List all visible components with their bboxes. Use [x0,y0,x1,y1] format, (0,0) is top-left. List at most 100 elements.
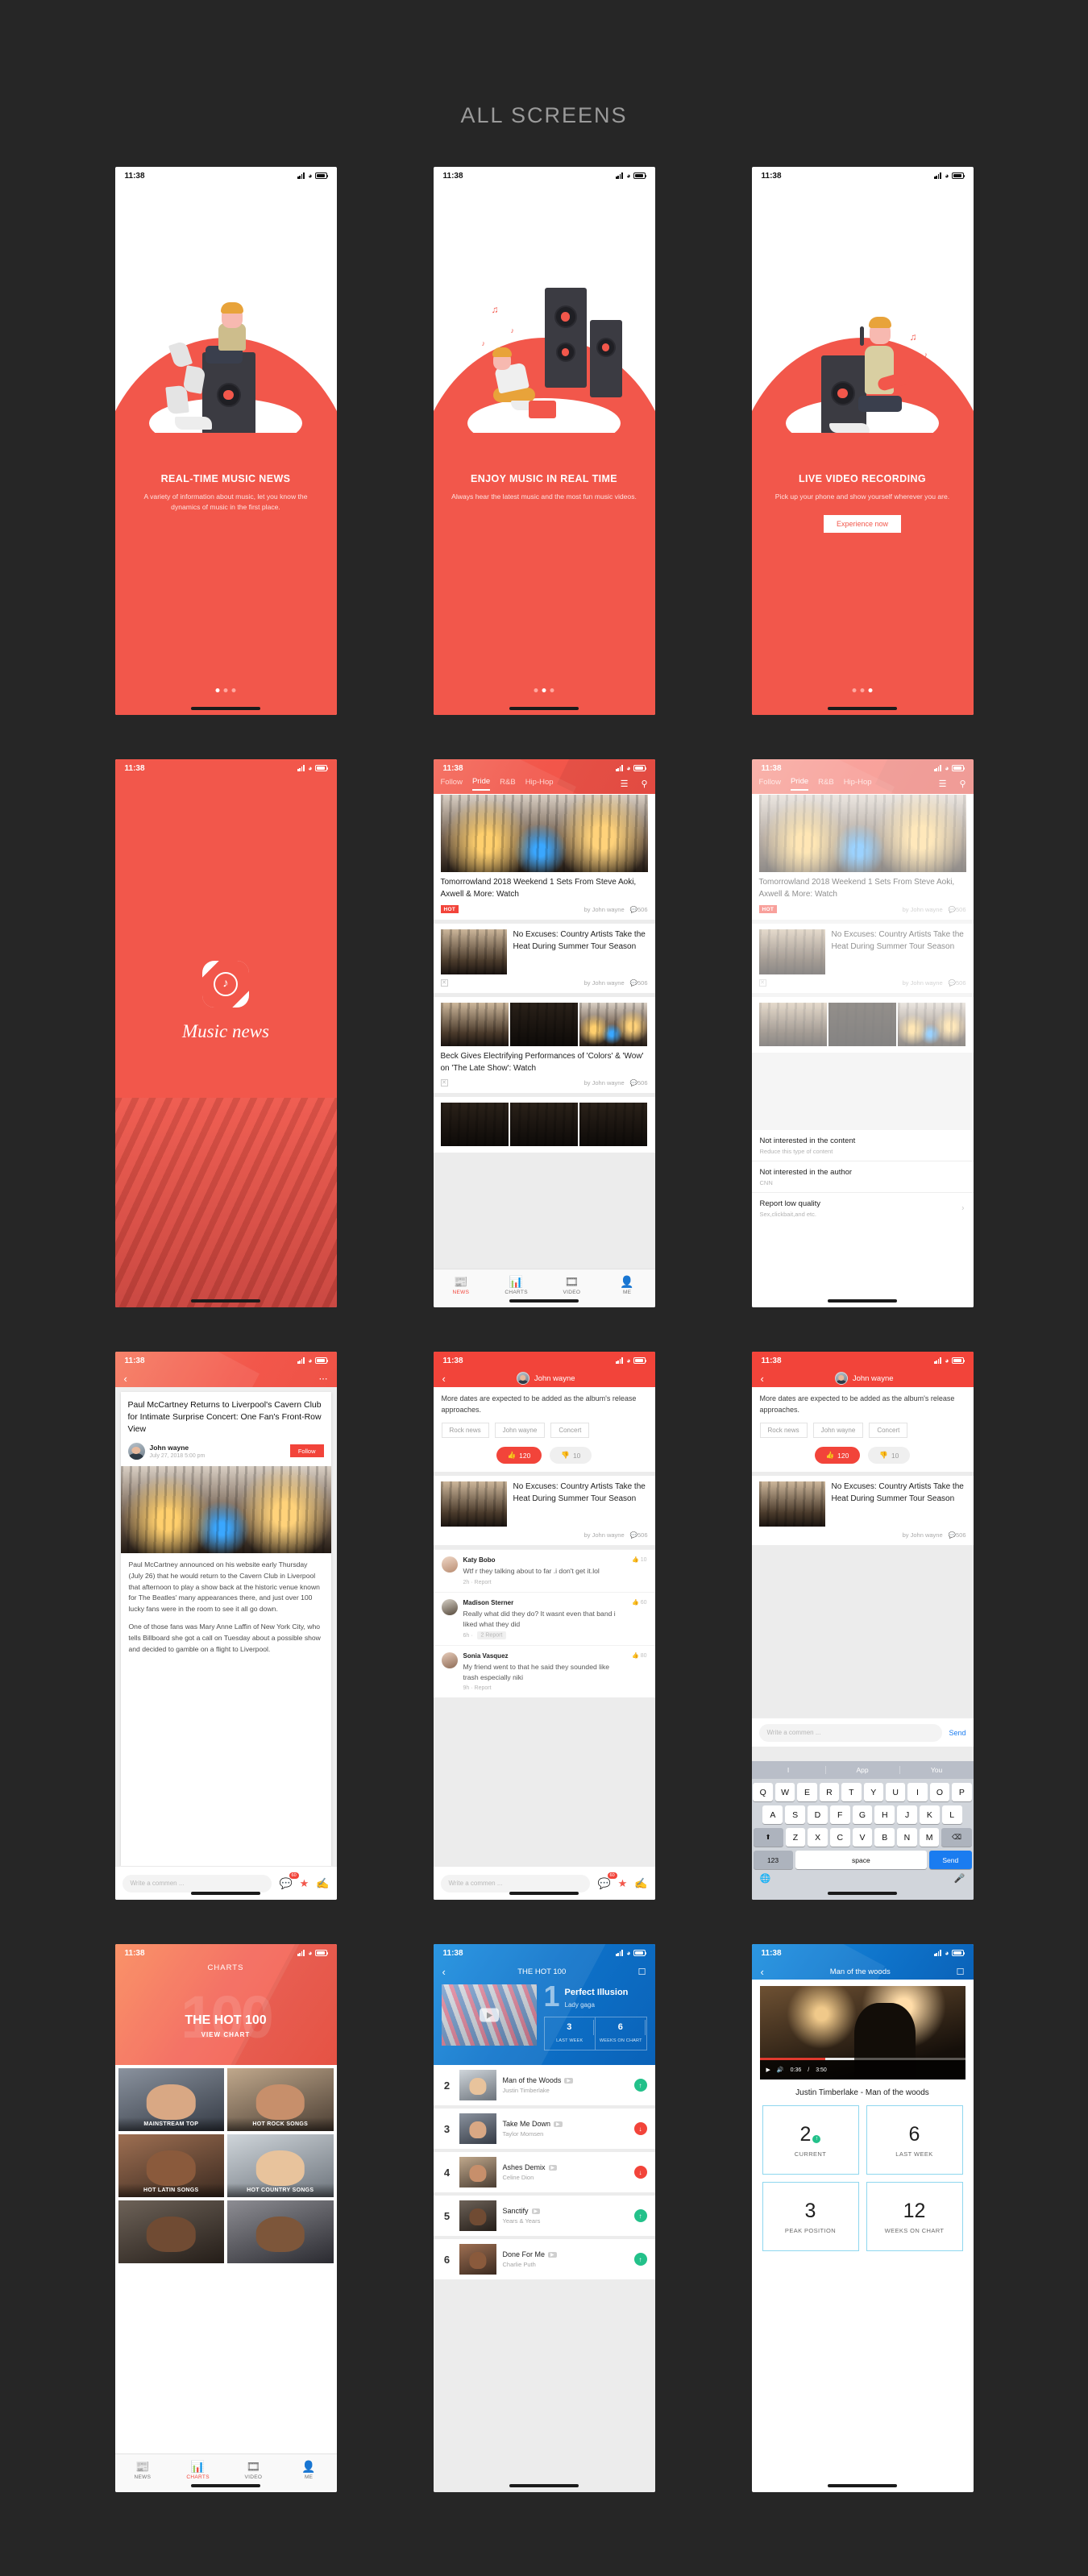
like-button[interactable]: 👍 120 [814,1447,861,1464]
dislike-button[interactable]: 👎 10 [550,1447,592,1464]
progress-bar[interactable] [759,2058,965,2060]
numbers-key[interactable]: 123 [753,1851,793,1869]
tab-follow[interactable]: Follow [441,778,463,790]
chevron-left-icon[interactable]: ‹ [124,1373,127,1385]
globe-icon[interactable]: 🌐 [760,1873,771,1884]
key-n[interactable]: N [897,1828,917,1847]
tab-news[interactable]: 📰 NEWS [434,1269,489,1307]
more-dots-icon[interactable]: ⋯ [319,1373,328,1384]
comment-bubble-icon[interactable]: 💬 60 [279,1872,299,1890]
chart-cell-5[interactable] [118,2200,224,2263]
like-button[interactable]: 👍 120 [496,1447,542,1464]
key-p[interactable]: P [952,1783,972,1801]
comment-bubble-icon[interactable]: 💬 60 [597,1872,617,1890]
comment-input[interactable]: Write a commen ... [122,1874,272,1893]
key-q[interactable]: Q [753,1783,773,1801]
song-row[interactable]: 5 Sanctify ▶ Years & Years ↑ [433,2196,655,2236]
key-l[interactable]: L [941,1805,962,1824]
view-chart-label[interactable]: VIEW CHART [115,2031,337,2038]
key-r[interactable]: R [819,1783,840,1801]
chart-cell-hot-latin-songs[interactable]: HOT LATIN SONGS [118,2134,224,2197]
key-y[interactable]: Y [863,1783,883,1801]
shift-arrow-icon[interactable]: ⬆ [753,1828,783,1847]
feed-article-gallery[interactable]: Beck Gives Electrifying Performances of … [433,997,655,1093]
feed-article-hero[interactable]: Tomorrowland 2018 Weekend 1 Sets From St… [433,795,655,920]
star-icon[interactable]: ★ [618,1877,628,1890]
microphone-icon[interactable]: 🎤 [954,1873,965,1884]
key-o[interactable]: O [929,1783,950,1801]
tab-rnb[interactable]: R&B [818,778,834,790]
space-key[interactable]: space [795,1851,928,1869]
thumbs-up-icon[interactable]: 👍 [632,1600,639,1606]
key-s[interactable]: S [785,1805,806,1824]
key-e[interactable]: E [797,1783,817,1801]
key-i[interactable]: I [907,1783,928,1801]
song-row[interactable]: 4 Ashes Demix ▶ Celine Dion ↓ [433,2152,655,2192]
chart-cell-mainstream-top[interactable]: MAINSTREAM TOP [118,2068,224,2131]
hot100-featured[interactable]: 1 Perfect Illusion Lady gaga 3 LAST WEEK… [434,1981,655,2050]
thumbs-up-icon[interactable]: 👍 [632,1653,639,1659]
backspace-icon[interactable]: ⌫ [941,1828,972,1847]
key-f[interactable]: F [829,1805,850,1824]
chart-cell-hot-rock-songs[interactable]: HOT ROCK SONGS [227,2068,334,2131]
tag-john-wayne[interactable]: John wayne [494,1423,546,1438]
song-row[interactable]: 3 Take Me Down ▶ Taylor Momsen ↓ [433,2109,655,2149]
related-article[interactable]: No Excuses: Country Artists Take the Hea… [751,1476,974,1545]
tab-follow[interactable]: Follow [759,778,781,790]
key-c[interactable]: C [829,1828,850,1847]
key-z[interactable]: Z [785,1828,806,1847]
key-j[interactable]: J [897,1805,917,1824]
feed-article-thumb[interactable]: No Excuses: Country Artists Take the Hea… [433,924,655,993]
featured-video-thumb[interactable] [441,1984,537,2046]
sheet-item-not-interested-content[interactable]: Not interested in the content Reduce thi… [752,1130,974,1161]
follow-button[interactable]: Follow [289,1444,324,1458]
comments-body[interactable]: More dates are expected to be added as t… [433,1387,655,1900]
play-icon[interactable]: ▶ [766,2067,770,2073]
feed-list[interactable]: Tomorrowland 2018 Weekend 1 Sets From St… [433,795,655,1307]
search-icon[interactable]: ⚲ [959,779,965,789]
pagination-dots[interactable] [852,688,873,692]
video-player[interactable]: ▶ 🔊 0:36 / 3:50 [759,1986,965,2079]
tab-news[interactable]: 📰 NEWS [115,2454,171,2492]
key-b[interactable]: B [874,1828,895,1847]
close-icon[interactable]: ✕ [440,1079,448,1086]
experience-now-button[interactable]: Experience now [823,515,902,534]
sheet-item-not-interested-author[interactable]: Not interested in the author CNN [751,1161,974,1192]
comment-item[interactable]: Madison Sterner Really what did they do?… [433,1591,655,1645]
share-box-icon[interactable]: ☐ [957,1967,965,1977]
key-g[interactable]: G [852,1805,873,1824]
tab-rnb[interactable]: R&B [500,778,516,790]
comment-report-action[interactable]: Report [475,1580,492,1585]
thumbs-up-icon[interactable]: 👍 [632,1557,639,1563]
search-icon[interactable]: ⚲ [641,779,647,789]
key-x[interactable]: X [808,1828,828,1847]
tag-concert[interactable]: Concert [550,1423,590,1438]
related-article[interactable]: No Excuses: Country Artists Take the Hea… [433,1476,655,1545]
pagination-dots[interactable] [534,688,554,692]
key-a[interactable]: A [762,1805,783,1824]
comment-input[interactable]: Write a commen ... [440,1874,591,1893]
song-row[interactable]: 6 Done For Me ▶ Charlie Puth ↑ [433,2239,655,2279]
key-u[interactable]: U [885,1783,906,1801]
comment-input[interactable]: Write a commen ... [758,1723,943,1742]
suggestion-2[interactable]: App [826,1766,900,1774]
sheet-item-report-low-quality[interactable]: Report low quality Sex,clickbait,and etc… [751,1192,974,1224]
star-icon[interactable]: ★ [300,1877,309,1890]
tab-me[interactable]: 👤 ME [281,2454,337,2492]
hot100-song-list[interactable]: 2 Man of the Woods ▶ Justin Timberlake ↑… [433,2065,655,2492]
suggestion-3[interactable]: You [900,1766,974,1774]
tag-rock-news[interactable]: Rock news [441,1423,489,1438]
send-key[interactable]: Send [929,1851,972,1869]
tab-hiphop[interactable]: Hip-Hop [525,778,554,790]
tab-hiphop[interactable]: Hip-Hop [844,778,872,790]
key-w[interactable]: W [774,1783,795,1801]
key-t[interactable]: T [841,1783,862,1801]
close-icon[interactable]: ✕ [440,979,448,987]
tag-john-wayne[interactable]: John wayne [812,1423,864,1438]
play-icon[interactable] [479,2008,499,2022]
tab-pride[interactable]: Pride [790,777,809,791]
tab-pride[interactable]: Pride [471,777,491,791]
share-icon[interactable]: ✍ [316,1877,329,1890]
key-v[interactable]: V [852,1828,873,1847]
volume-icon[interactable]: 🔊 [777,2067,784,2073]
